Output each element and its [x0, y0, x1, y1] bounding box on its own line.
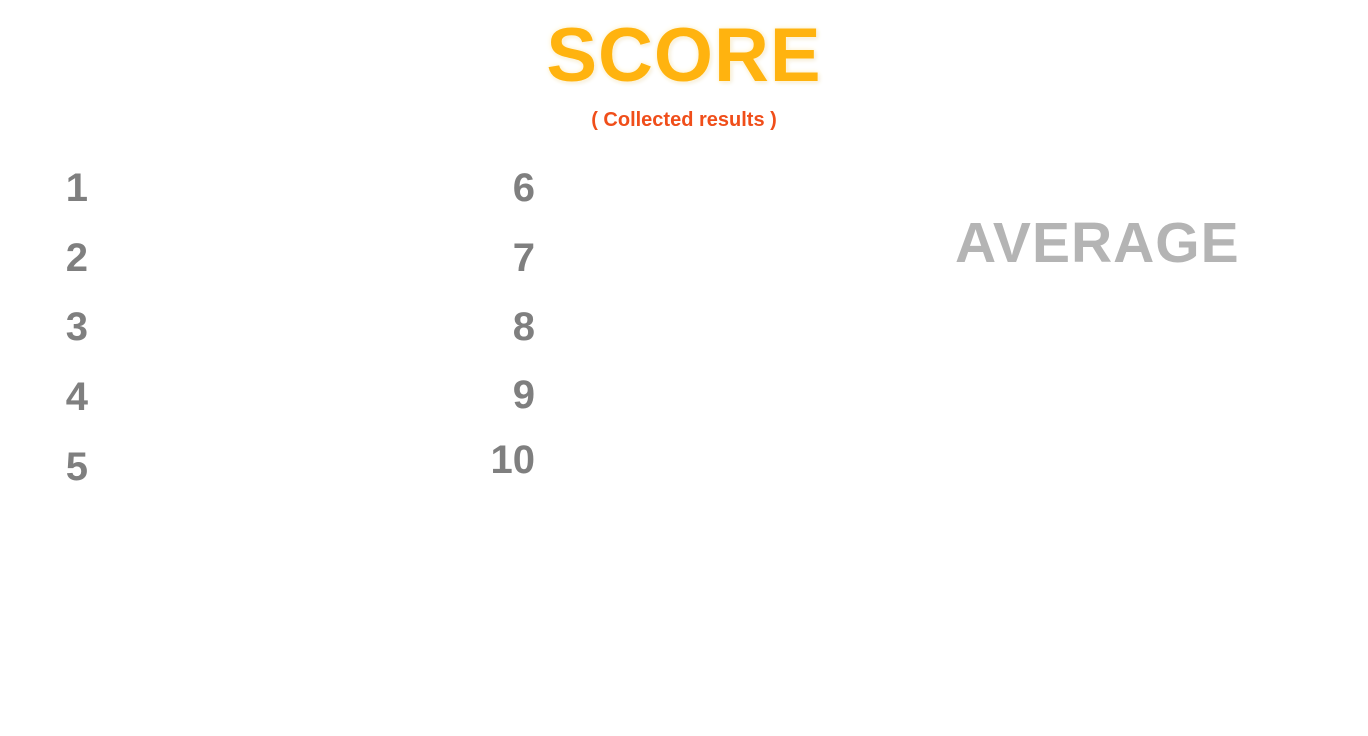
score-slot-1-number: 1	[65, 166, 88, 210]
average-label: AVERAGE	[955, 211, 1240, 275]
score-slot-9-number: 9	[512, 373, 535, 417]
score-slot-6-number: 6	[512, 166, 535, 210]
score-title: SCORE	[546, 13, 822, 98]
score-slot-10-number: 10	[490, 438, 536, 482]
score-slot-5-number: 5	[65, 445, 88, 489]
score-slot-2-number: 2	[65, 236, 88, 280]
score-slot-7-number: 7	[512, 236, 535, 280]
collected-results-subtitle: ( Collected results )	[591, 109, 777, 131]
score-slot-4-number: 4	[65, 375, 88, 419]
score-slot-3-number: 3	[65, 305, 88, 349]
score-slot-8-number: 8	[512, 305, 535, 349]
